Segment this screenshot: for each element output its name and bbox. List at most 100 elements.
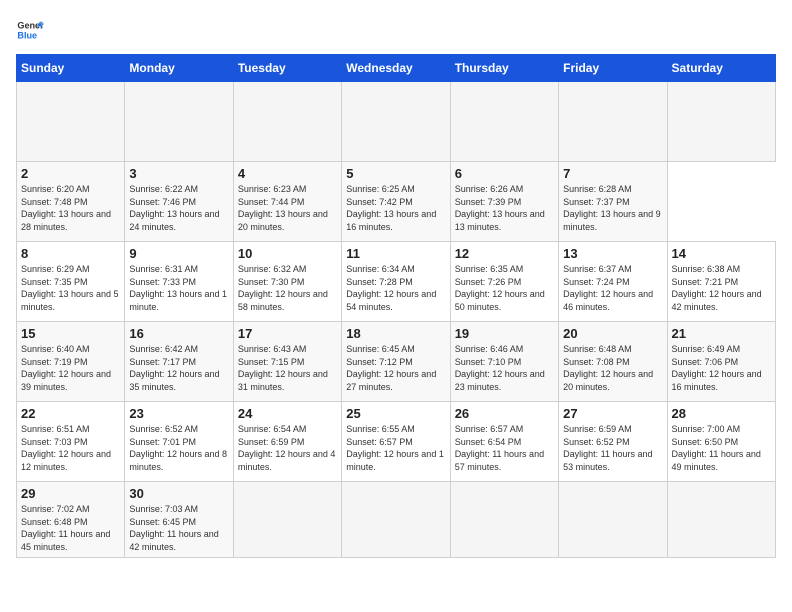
calendar-week-row: 8 Sunrise: 6:29 AMSunset: 7:35 PMDaylight… [17,242,776,322]
calendar-table: SundayMondayTuesdayWednesdayThursdayFrid… [16,54,776,558]
cell-info: Sunrise: 6:31 AMSunset: 7:33 PMDaylight:… [129,263,228,313]
cell-info: Sunrise: 7:02 AMSunset: 6:48 PMDaylight:… [21,503,120,553]
day-number: 18 [346,326,445,341]
calendar-cell [233,82,341,162]
weekday-header: Saturday [667,55,775,82]
svg-text:Blue: Blue [17,30,37,40]
calendar-cell: 13 Sunrise: 6:37 AMSunset: 7:24 PMDayligh… [559,242,667,322]
weekday-header-row: SundayMondayTuesdayWednesdayThursdayFrid… [17,55,776,82]
calendar-week-row: 22Sunrise: 6:51 AMSunset: 7:03 PMDayligh… [17,402,776,482]
cell-info: Sunrise: 6:59 AMSunset: 6:52 PMDaylight:… [563,423,662,473]
calendar-week-row [17,82,776,162]
day-number: 16 [129,326,228,341]
cell-info: Sunrise: 6:48 AMSunset: 7:08 PMDaylight:… [563,343,662,393]
calendar-cell: 26 Sunrise: 6:57 AMSunset: 6:54 PMDayligh… [450,402,558,482]
cell-info: Sunrise: 6:42 AMSunset: 7:17 PMDaylight:… [129,343,228,393]
calendar-cell: 4 Sunrise: 6:23 AMSunset: 7:44 PMDaylight… [233,162,341,242]
day-number: 17 [238,326,337,341]
calendar-cell [125,82,233,162]
cell-info: Sunrise: 6:46 AMSunset: 7:10 PMDaylight:… [455,343,554,393]
day-number: 25 [346,406,445,421]
calendar-cell [17,82,125,162]
cell-info: Sunrise: 7:00 AMSunset: 6:50 PMDaylight:… [672,423,771,473]
cell-info: Sunrise: 6:37 AMSunset: 7:24 PMDaylight:… [563,263,662,313]
cell-info: Sunrise: 6:22 AMSunset: 7:46 PMDaylight:… [129,183,228,233]
calendar-cell: 16 Sunrise: 6:42 AMSunset: 7:17 PMDayligh… [125,322,233,402]
calendar-cell: 8 Sunrise: 6:29 AMSunset: 7:35 PMDaylight… [17,242,125,322]
calendar-week-row: 2Sunrise: 6:20 AMSunset: 7:48 PMDaylight… [17,162,776,242]
cell-info: Sunrise: 6:29 AMSunset: 7:35 PMDaylight:… [21,263,120,313]
calendar-cell [233,482,341,558]
day-number: 29 [21,486,120,501]
calendar-cell [667,82,775,162]
cell-info: Sunrise: 6:49 AMSunset: 7:06 PMDaylight:… [672,343,771,393]
weekday-header: Thursday [450,55,558,82]
calendar-cell: 29 Sunrise: 7:02 AMSunset: 6:48 PMDayligh… [17,482,125,558]
weekday-header: Monday [125,55,233,82]
day-number: 8 [21,246,120,261]
day-number: 9 [129,246,228,261]
calendar-cell: 6Sunrise: 6:26 AMSunset: 7:39 PMDaylight… [450,162,558,242]
calendar-cell: 20 Sunrise: 6:48 AMSunset: 7:08 PMDayligh… [559,322,667,402]
day-number: 12 [455,246,554,261]
day-number: 14 [672,246,771,261]
logo-icon: General Blue [16,16,44,44]
calendar-cell: 21 Sunrise: 6:49 AMSunset: 7:06 PMDayligh… [667,322,775,402]
calendar-cell: 3 Sunrise: 6:22 AMSunset: 7:46 PMDaylight… [125,162,233,242]
day-number: 3 [129,166,228,181]
cell-info: Sunrise: 6:35 AMSunset: 7:26 PMDaylight:… [455,263,554,313]
day-number: 11 [346,246,445,261]
cell-info: Sunrise: 6:23 AMSunset: 7:44 PMDaylight:… [238,183,337,233]
cell-info: Sunrise: 6:40 AMSunset: 7:19 PMDaylight:… [21,343,120,393]
calendar-cell: 27 Sunrise: 6:59 AMSunset: 6:52 PMDayligh… [559,402,667,482]
calendar-cell: 7Sunrise: 6:28 AMSunset: 7:37 PMDaylight… [559,162,667,242]
calendar-cell: 15 Sunrise: 6:40 AMSunset: 7:19 PMDayligh… [17,322,125,402]
calendar-week-row: 15 Sunrise: 6:40 AMSunset: 7:19 PMDayligh… [17,322,776,402]
day-number: 23 [129,406,228,421]
day-number: 5 [346,166,445,181]
main-container: General Blue SundayMondayTuesdayWednesda… [0,0,792,566]
cell-info: Sunrise: 6:51 AMSunset: 7:03 PMDaylight:… [21,423,120,473]
cell-info: Sunrise: 6:54 AMSunset: 6:59 PMDaylight:… [238,423,337,473]
calendar-cell: 5 Sunrise: 6:25 AMSunset: 7:42 PMDaylight… [342,162,450,242]
day-number: 27 [563,406,662,421]
calendar-cell [667,482,775,558]
calendar-cell: 17 Sunrise: 6:43 AMSunset: 7:15 PMDayligh… [233,322,341,402]
calendar-cell: 25 Sunrise: 6:55 AMSunset: 6:57 PMDayligh… [342,402,450,482]
weekday-header: Sunday [17,55,125,82]
header: General Blue [16,16,776,44]
calendar-cell [559,482,667,558]
day-number: 2 [21,166,120,181]
calendar-cell: 23 Sunrise: 6:52 AMSunset: 7:01 PMDayligh… [125,402,233,482]
day-number: 21 [672,326,771,341]
calendar-cell: 19Sunrise: 6:46 AMSunset: 7:10 PMDayligh… [450,322,558,402]
cell-info: Sunrise: 6:57 AMSunset: 6:54 PMDaylight:… [455,423,554,473]
calendar-cell: 10Sunrise: 6:32 AMSunset: 7:30 PMDayligh… [233,242,341,322]
cell-info: Sunrise: 6:25 AMSunset: 7:42 PMDaylight:… [346,183,445,233]
day-number: 10 [238,246,337,261]
day-number: 4 [238,166,337,181]
day-number: 30 [129,486,228,501]
day-number: 20 [563,326,662,341]
day-number: 15 [21,326,120,341]
calendar-cell: 22Sunrise: 6:51 AMSunset: 7:03 PMDayligh… [17,402,125,482]
day-number: 26 [455,406,554,421]
cell-info: Sunrise: 6:55 AMSunset: 6:57 PMDaylight:… [346,423,445,473]
calendar-cell: 24 Sunrise: 6:54 AMSunset: 6:59 PMDayligh… [233,402,341,482]
calendar-week-row: 29 Sunrise: 7:02 AMSunset: 6:48 PMDayligh… [17,482,776,558]
cell-info: Sunrise: 6:38 AMSunset: 7:21 PMDaylight:… [672,263,771,313]
cell-info: Sunrise: 6:43 AMSunset: 7:15 PMDaylight:… [238,343,337,393]
day-number: 6 [455,166,554,181]
cell-info: Sunrise: 6:28 AMSunset: 7:37 PMDaylight:… [563,183,662,233]
calendar-cell [450,82,558,162]
calendar-cell [342,482,450,558]
calendar-cell: 28Sunrise: 7:00 AMSunset: 6:50 PMDayligh… [667,402,775,482]
cell-info: Sunrise: 6:52 AMSunset: 7:01 PMDaylight:… [129,423,228,473]
calendar-cell [559,82,667,162]
calendar-cell: 30Sunrise: 7:03 AMSunset: 6:45 PMDayligh… [125,482,233,558]
calendar-cell [342,82,450,162]
calendar-cell [450,482,558,558]
day-number: 24 [238,406,337,421]
day-number: 13 [563,246,662,261]
calendar-cell: 9 Sunrise: 6:31 AMSunset: 7:33 PMDaylight… [125,242,233,322]
